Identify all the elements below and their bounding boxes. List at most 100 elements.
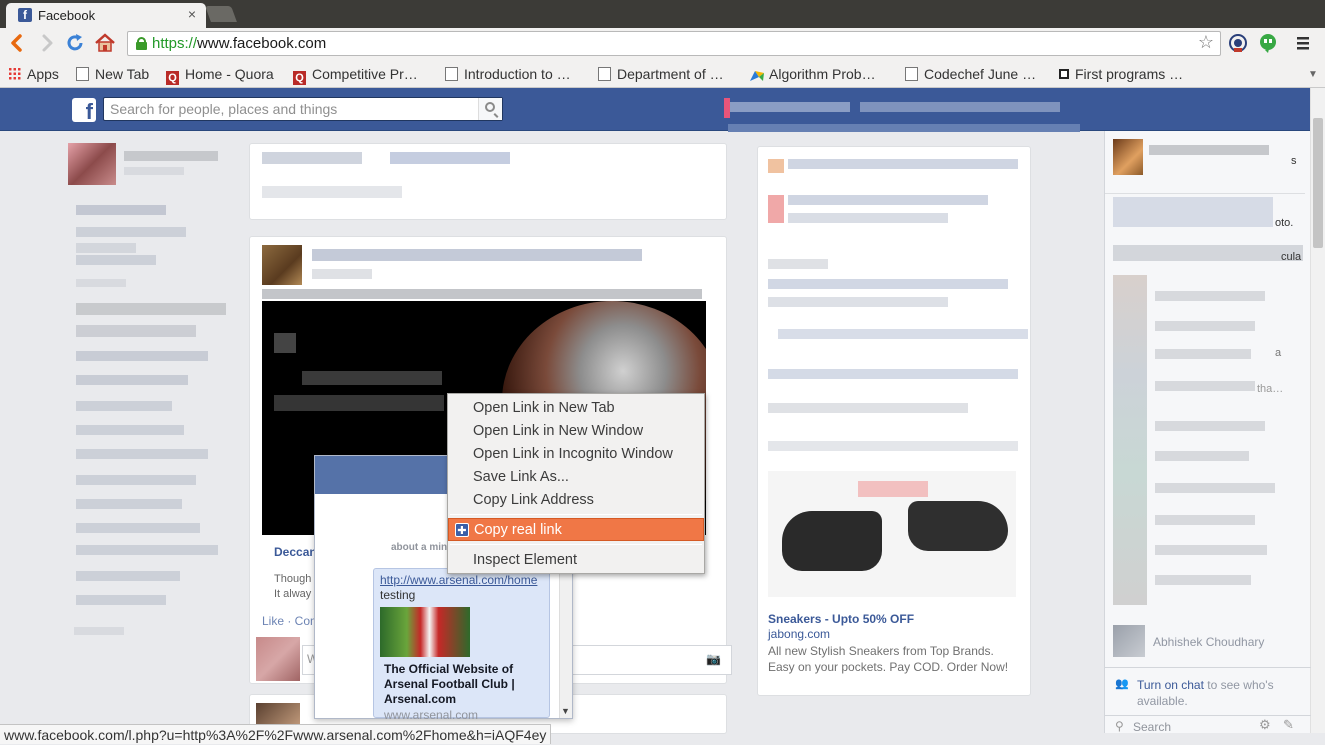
- menu-save-link-as[interactable]: Save Link As...: [448, 466, 704, 489]
- post-text-line: Though: [274, 573, 312, 585]
- pixelated-block: [76, 279, 126, 287]
- box-icon: [1059, 69, 1069, 79]
- preview-thumbnail[interactable]: [380, 607, 470, 657]
- pixelated-block: [768, 195, 784, 223]
- tab-facebook[interactable]: f Facebook ×: [6, 3, 206, 28]
- pixelated-block: [76, 243, 136, 253]
- pixelated-block: [778, 329, 1028, 339]
- ad-title[interactable]: Sneakers - Upto 50% OFF: [768, 612, 914, 626]
- chat-sidebar: s oto. cula a tha… Abhishek Choudhary 👥 …: [1104, 131, 1311, 734]
- quora-icon: Q: [166, 71, 179, 85]
- bookmarks-overflow-chevron-icon[interactable]: ▼: [1308, 65, 1318, 85]
- chrome-menu-icon[interactable]: [1292, 32, 1314, 54]
- preview-link[interactable]: http://www.arsenal.com/home: [380, 573, 537, 587]
- ad-domain[interactable]: jabong.com: [768, 627, 830, 641]
- turn-on-chat-link[interactable]: Turn on chat: [1137, 678, 1204, 692]
- pixelated-block: [76, 205, 166, 215]
- menu-copy-link-address[interactable]: Copy Link Address: [448, 489, 704, 512]
- pixelated-block: [768, 279, 1008, 289]
- pixelated-block: [76, 595, 166, 605]
- pixelated-block: [788, 159, 1018, 169]
- chat-cut-text: s: [1291, 155, 1297, 167]
- pixelated-block: [76, 475, 196, 485]
- pixelated-block: [768, 369, 1018, 379]
- hangouts-icon[interactable]: [1257, 32, 1279, 54]
- chat-search-bar[interactable]: ⚲ Search ⚙ ✎: [1105, 715, 1311, 734]
- preview-title[interactable]: The Official Website of Arsenal Football…: [384, 662, 544, 707]
- quora-icon: Q: [293, 71, 306, 85]
- tab-title: Facebook: [38, 8, 96, 23]
- chat-search-placeholder[interactable]: Search: [1133, 720, 1171, 734]
- page-scrollbar[interactable]: [1310, 88, 1325, 733]
- pixelated-block: [788, 213, 948, 223]
- right-column-card: Sneakers - Upto 50% OFF jabong.com All n…: [757, 146, 1031, 696]
- bookmark-first-programs[interactable]: First programs …: [1059, 64, 1183, 84]
- tab-close-icon[interactable]: ×: [188, 6, 196, 22]
- search-button[interactable]: [478, 98, 502, 120]
- menu-open-link-incognito[interactable]: Open Link in Incognito Window: [448, 443, 704, 466]
- forward-arrow-icon[interactable]: [36, 32, 58, 54]
- menu-open-link-new-window[interactable]: Open Link in New Window: [448, 420, 704, 443]
- browser-toolbar: https://www.facebook.com ☆: [0, 28, 1325, 61]
- post-actions[interactable]: Like · Com: [262, 614, 320, 628]
- pixelated-block: [76, 375, 188, 385]
- pixelated-block: [1155, 451, 1249, 461]
- pixelated-block: [1155, 321, 1255, 331]
- facebook-header: f: [0, 88, 1310, 132]
- secure-lock-icon[interactable]: [136, 37, 147, 50]
- address-bar[interactable]: https://www.facebook.com ☆: [127, 31, 1221, 56]
- home-icon[interactable]: [94, 32, 116, 54]
- pixelated-block: [262, 289, 702, 299]
- page-icon: [905, 67, 918, 81]
- bookmark-algorithm-problems[interactable]: Algorithm Prob…: [750, 64, 876, 84]
- divider: [1105, 193, 1305, 194]
- pixelated-block: [768, 159, 784, 173]
- friend-name[interactable]: Abhishek Choudhary: [1153, 635, 1264, 649]
- bookmark-apps[interactable]: Apps: [8, 64, 59, 84]
- link-preview-bubble[interactable]: http://www.arsenal.com/home testing The …: [373, 568, 550, 722]
- facebook-search-input[interactable]: [104, 98, 480, 120]
- menu-inspect-element[interactable]: Inspect Element: [448, 549, 704, 572]
- bookmark-department[interactable]: Department of …: [598, 64, 724, 84]
- pixelated-block: [1155, 349, 1251, 359]
- bookmark-competitive-programming[interactable]: Q Competitive Pr…: [293, 64, 418, 85]
- camera-icon[interactable]: 📷: [706, 652, 721, 666]
- menu-open-link-new-tab[interactable]: Open Link in New Tab: [448, 397, 704, 420]
- scroll-down-arrow-icon[interactable]: ▼: [561, 706, 570, 716]
- bookmark-new-tab[interactable]: New Tab: [76, 64, 149, 84]
- pixelated-block: [1155, 381, 1255, 391]
- bookmark-star-icon[interactable]: ☆: [1198, 32, 1214, 53]
- ad-image[interactable]: [768, 471, 1016, 597]
- pixelated-block: [274, 333, 296, 353]
- scrollbar-thumb[interactable]: [1313, 118, 1323, 248]
- post-author-avatar[interactable]: [262, 245, 302, 285]
- menu-copy-real-link[interactable]: ✚ Copy real link: [448, 518, 704, 541]
- pixelated-block: [1113, 245, 1303, 261]
- pixelated-block: [76, 571, 180, 581]
- gear-icon[interactable]: ⚙: [1259, 717, 1271, 733]
- page-icon: [445, 67, 458, 81]
- facebook-logo[interactable]: f: [72, 98, 96, 122]
- bookmark-codechef[interactable]: Codechef June …: [905, 64, 1036, 84]
- address-url[interactable]: https://www.facebook.com: [152, 35, 326, 52]
- reload-icon[interactable]: [64, 32, 86, 54]
- pixelated-block: [768, 297, 948, 307]
- pixelated-block: [1155, 483, 1275, 493]
- friend-avatar[interactable]: [1113, 625, 1145, 657]
- new-tab-button[interactable]: [205, 6, 237, 22]
- chat-avatar-column: [1113, 275, 1147, 605]
- chat-avatar[interactable]: [1113, 139, 1143, 175]
- bookmark-home-quora[interactable]: Q Home - Quora: [166, 64, 274, 85]
- extension-badge-icon[interactable]: [1227, 32, 1249, 54]
- pixelated-block: [312, 269, 372, 279]
- pixelated-block: [262, 186, 402, 198]
- profile-avatar[interactable]: [68, 143, 116, 185]
- bookmark-introduction[interactable]: Introduction to …: [445, 64, 571, 84]
- pixelated-block: [76, 499, 182, 509]
- pixelated-block: [76, 303, 226, 315]
- compose-icon[interactable]: ✎: [1283, 717, 1294, 733]
- post-link-title[interactable]: Deccan: [274, 545, 317, 559]
- context-menu: Open Link in New Tab Open Link in New Wi…: [447, 393, 705, 574]
- pixelated-block: [124, 151, 218, 161]
- back-arrow-icon[interactable]: [6, 32, 28, 54]
